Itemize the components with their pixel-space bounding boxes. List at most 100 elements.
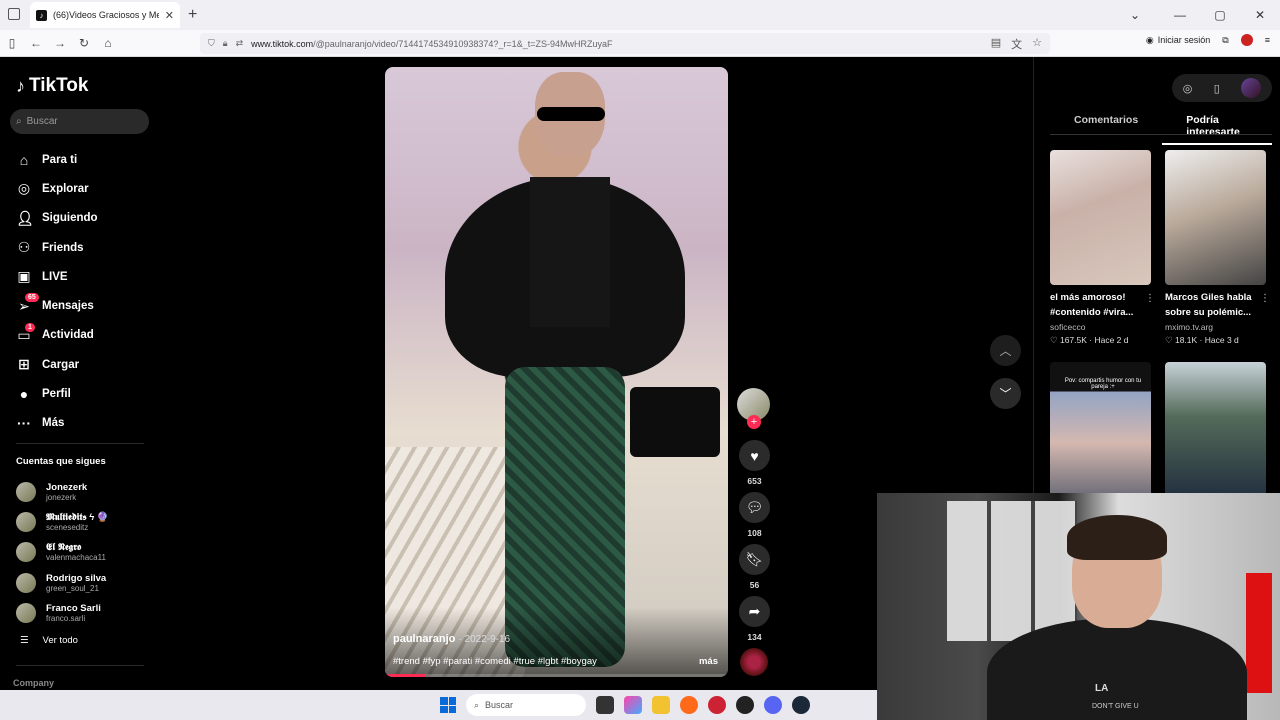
tab-podria-interesarte[interactable]: Podría interesarte bbox=[1162, 114, 1272, 145]
search-input[interactable]: ⌕ Buscar bbox=[10, 109, 149, 134]
comment-button[interactable]: 💬︎ 108 bbox=[737, 492, 772, 538]
messages-badge: 65 bbox=[25, 293, 39, 303]
bookmark-star-icon[interactable]: ☆ bbox=[1032, 36, 1042, 52]
menu-item-perfil[interactable]: ● Perfil bbox=[16, 379, 98, 408]
extensions-icon[interactable]: ⧉ bbox=[1222, 35, 1228, 46]
main-menu: ⌂ Para ti ◎ Explorar 👤︎ Siguiendo ⚇ Friends … bbox=[16, 145, 98, 438]
card-title: el más amoroso! #contenido #vira... bbox=[1050, 292, 1134, 318]
top-controls: ◎ ▯ bbox=[1172, 74, 1272, 102]
like-button[interactable]: ♥ 653 bbox=[737, 440, 772, 486]
more-options-icon[interactable]: ⋮ bbox=[1260, 293, 1270, 304]
mobile-icon[interactable]: ▯ bbox=[1214, 82, 1220, 95]
webcam-shirt-text: LA bbox=[1095, 683, 1109, 694]
taskbar-search[interactable]: ⌕ Buscar bbox=[466, 694, 586, 716]
back-icon[interactable]: ← bbox=[24, 36, 48, 50]
close-window-icon[interactable]: ✕ bbox=[1240, 8, 1280, 22]
address-bar[interactable]: ⛉ 🔒︎ ⇄ www.tiktok.com/@paulnaranjo/video… bbox=[200, 33, 1050, 54]
video-thumbnail[interactable] bbox=[1050, 150, 1151, 285]
new-tab-icon[interactable]: + bbox=[188, 6, 197, 24]
video-actions: + ♥ 653 💬︎ 108 🔖︎ 56 ➦ 134 bbox=[737, 388, 772, 676]
following-item[interactable]: Jonezerk jonezerk bbox=[16, 477, 109, 507]
activity-badge: 1 bbox=[25, 322, 35, 332]
card-user[interactable]: soficecco bbox=[1050, 322, 1151, 332]
ublock-icon[interactable] bbox=[1240, 34, 1253, 46]
menu-item-friends[interactable]: ⚇ Friends bbox=[16, 233, 98, 262]
menu-item-explorar[interactable]: ◎ Explorar bbox=[16, 174, 98, 203]
profile-avatar[interactable] bbox=[1241, 78, 1262, 98]
avatar bbox=[16, 542, 36, 563]
menu-item-cargar[interactable]: ⊞ Cargar bbox=[16, 350, 98, 379]
folder-icon[interactable] bbox=[652, 696, 670, 714]
following-item[interactable]: 𝕸𝖚𝖑𝖙𝖎𝖊𝖉𝖎𝖙𝖘 ϟ 🔮 sceneseditz bbox=[16, 507, 109, 537]
menu-item-actividad[interactable]: ▭ 1 Actividad bbox=[16, 321, 98, 350]
menu-icon[interactable]: ≡ bbox=[1265, 35, 1270, 45]
tab-comentarios[interactable]: Comentarios bbox=[1050, 114, 1162, 145]
minimize-icon[interactable]: — bbox=[1160, 8, 1200, 22]
reader-view-icon[interactable]: ▤ bbox=[991, 36, 1001, 52]
maximize-icon[interactable]: ▢ bbox=[1200, 8, 1240, 22]
chevron-down-icon[interactable]: ⌄ bbox=[1115, 8, 1155, 22]
video-tags[interactable]: #trend #fyp #parati #comedi #true #lgbt … bbox=[393, 656, 633, 667]
more-icon: ··· bbox=[17, 415, 31, 432]
video-author[interactable]: paulnaranjo · 2022-9-16 bbox=[393, 633, 510, 645]
chevron-up-icon[interactable]: ︿ bbox=[990, 335, 1021, 366]
following-item[interactable]: Rodrigo silva green_soul_21 bbox=[16, 568, 109, 598]
following-item[interactable]: 𝕰𝖑 𝕹𝖊𝖌𝖗𝖔 valenmachaca11 bbox=[16, 537, 109, 567]
menu-item-siguiendo[interactable]: 👤︎ Siguiendo bbox=[16, 204, 98, 233]
menu-item-mensajes[interactable]: ➢ 65 Mensajes bbox=[16, 291, 98, 320]
author-avatar[interactable]: + bbox=[737, 388, 770, 429]
permissions-icon: ⇄ bbox=[235, 38, 244, 48]
menu-item-mas[interactable]: ··· Más bbox=[16, 409, 98, 438]
chevron-down-icon[interactable]: ﹀ bbox=[990, 378, 1021, 409]
suggested-video-card[interactable]: el más amoroso! #contenido #vira... sofic… bbox=[1050, 150, 1155, 346]
divider bbox=[16, 443, 144, 444]
copilot-icon[interactable] bbox=[624, 696, 642, 714]
reload-icon[interactable]: ↻ bbox=[72, 36, 96, 50]
sidebar-toggle-icon[interactable]: ▯ bbox=[0, 36, 24, 50]
see-all-button[interactable]: ☰ Ver todo bbox=[20, 635, 78, 646]
music-disc-icon[interactable] bbox=[740, 648, 768, 676]
compass-icon: ◎ bbox=[17, 180, 31, 197]
video-thumbnail[interactable]: Pov: compartis humor con tu pareja :+ bbox=[1050, 362, 1151, 497]
bookmark-icon: 🔖︎ bbox=[739, 544, 770, 575]
share-button[interactable]: ➦ 134 bbox=[737, 596, 772, 642]
suggested-video-card[interactable] bbox=[1165, 362, 1266, 497]
share-icon: ➦ bbox=[739, 596, 770, 627]
more-button[interactable]: más bbox=[699, 656, 718, 667]
following-item[interactable]: Franco Sarli franco.sarli bbox=[16, 598, 109, 628]
card-user[interactable]: mximo.tv.arg bbox=[1165, 322, 1266, 332]
avatar bbox=[16, 572, 36, 593]
following-list: Jonezerk jonezerk 𝕸𝖚𝖑𝖙𝖎𝖊𝖉𝖎𝖙𝖘 ϟ 🔮 scenesedi… bbox=[16, 477, 109, 628]
steam-icon[interactable] bbox=[792, 696, 810, 714]
friends-icon: ⚇ bbox=[17, 239, 31, 256]
tiktok-logo[interactable]: ♪ TikTok bbox=[16, 75, 88, 97]
menu-item-para-ti[interactable]: ⌂ Para ti bbox=[16, 145, 98, 174]
video-player[interactable]: paulnaranjo · 2022-9-16 #trend #fyp #par… bbox=[385, 67, 728, 677]
video-frame-detail bbox=[630, 387, 720, 457]
discord-icon[interactable] bbox=[764, 696, 782, 714]
webcam-detail bbox=[1067, 515, 1167, 560]
windows-start-icon[interactable] bbox=[440, 697, 456, 713]
more-options-icon[interactable]: ⋮ bbox=[1145, 293, 1155, 304]
firefox-icon[interactable] bbox=[680, 696, 698, 714]
save-button[interactable]: 🔖︎ 56 bbox=[737, 544, 772, 590]
video-progress-bar[interactable] bbox=[385, 674, 728, 677]
suggested-video-card[interactable]: Pov: compartis humor con tu pareja :+ bbox=[1050, 362, 1151, 497]
browser-tab[interactable]: ♪ (66)Videos Graciosos y Memes ✕ bbox=[30, 2, 180, 28]
app-icon[interactable] bbox=[736, 696, 754, 714]
translate-icon[interactable]: 文 bbox=[1011, 36, 1022, 52]
menu-item-live[interactable]: ▣ LIVE bbox=[16, 262, 98, 291]
video-thumbnail[interactable] bbox=[1165, 362, 1266, 497]
app-icon[interactable] bbox=[708, 696, 726, 714]
company-link[interactable]: Company bbox=[13, 678, 54, 688]
compass-icon[interactable]: ◎ bbox=[1183, 82, 1193, 95]
home-browser-icon[interactable]: ⌂ bbox=[96, 36, 120, 50]
login-button[interactable]: ◉ Iniciar sesión bbox=[1146, 35, 1210, 46]
follow-plus-icon[interactable]: + bbox=[747, 415, 761, 429]
forward-icon[interactable]: → bbox=[48, 36, 72, 50]
video-thumbnail[interactable] bbox=[1165, 150, 1266, 285]
tab-list-icon[interactable] bbox=[8, 8, 20, 20]
app-icon[interactable] bbox=[596, 696, 614, 714]
close-tab-icon[interactable]: ✕ bbox=[165, 9, 174, 22]
suggested-video-card[interactable]: Marcos Giles habla sobre su polémic... mx… bbox=[1165, 150, 1270, 346]
